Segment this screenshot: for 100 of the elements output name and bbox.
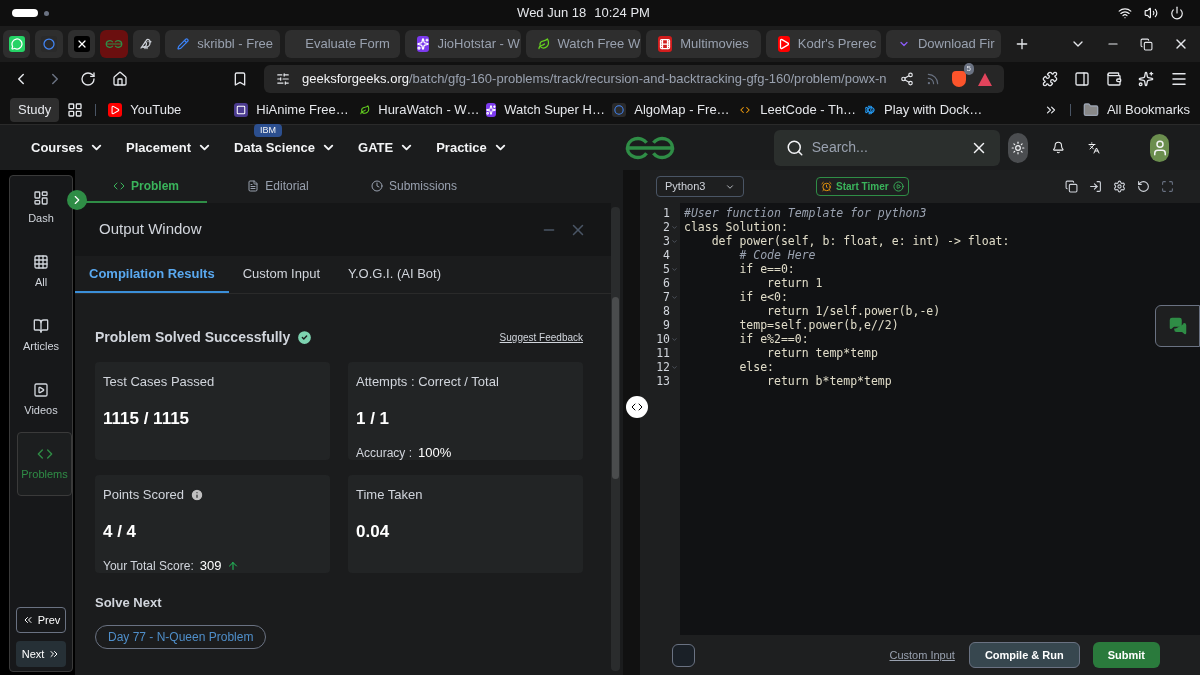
bookmark-link[interactable]: Play with Dock… bbox=[864, 100, 983, 120]
browser-tab[interactable]: Kodr's Prerec bbox=[765, 30, 881, 58]
sidebar-item[interactable]: Articles bbox=[10, 304, 72, 368]
sidebar-item[interactable]: Dash bbox=[10, 176, 72, 240]
problem-tab[interactable]: Editorial bbox=[213, 170, 343, 203]
pinned-tab[interactable] bbox=[3, 30, 31, 58]
import-icon[interactable] bbox=[1089, 180, 1102, 193]
line-number: 12 bbox=[656, 360, 670, 374]
bookmark-link[interactable]: HiAnime Free… bbox=[234, 100, 353, 120]
restore-icon[interactable] bbox=[1140, 37, 1154, 51]
wifi-icon bbox=[1118, 6, 1132, 20]
nav-menu[interactable]: Courses bbox=[31, 137, 105, 158]
pinned-tab[interactable] bbox=[132, 30, 161, 58]
browser-tab[interactable]: JioHotstar - W bbox=[405, 30, 521, 58]
panel-title: Output Window bbox=[99, 219, 202, 240]
fullscreen-icon[interactable] bbox=[1161, 180, 1174, 193]
triangle-icon[interactable] bbox=[978, 72, 992, 86]
power-icon bbox=[1170, 6, 1184, 20]
output-tab[interactable]: Custom Input bbox=[228, 256, 334, 293]
nav-menu[interactable]: Data Science bbox=[234, 137, 336, 158]
browser-tab[interactable]: Watch Free W bbox=[525, 30, 641, 58]
copy-icon[interactable] bbox=[1065, 180, 1078, 193]
apps-icon[interactable] bbox=[67, 102, 84, 118]
prev-button[interactable]: Prev bbox=[16, 607, 66, 633]
play-icon bbox=[108, 103, 123, 117]
bookmark-link[interactable]: AlgoMap - Fre… bbox=[612, 100, 731, 120]
video-icon bbox=[33, 381, 49, 398]
leaf-icon bbox=[360, 103, 371, 117]
problem-tab[interactable]: Submissions bbox=[349, 170, 479, 203]
feedback-link[interactable]: Suggest Feedback bbox=[499, 330, 583, 345]
toggle-button[interactable] bbox=[672, 643, 695, 667]
share-icon[interactable] bbox=[900, 72, 914, 86]
browser-tab[interactable]: Download Fir bbox=[885, 30, 1002, 58]
film-icon bbox=[657, 36, 673, 52]
activities-indicator[interactable] bbox=[12, 9, 38, 17]
whale-icon bbox=[864, 103, 876, 117]
settings-icon[interactable] bbox=[1113, 180, 1126, 193]
bookmark-folder[interactable]: Study bbox=[10, 98, 60, 122]
code-line: else: bbox=[738, 360, 774, 374]
bookmark-link[interactable]: HuraWatch - W… bbox=[360, 100, 479, 120]
compile-run-button[interactable]: Compile & Run bbox=[968, 642, 1080, 668]
card-value: 1115 / 1115 bbox=[103, 407, 191, 430]
ring-icon bbox=[612, 103, 627, 117]
home-icon[interactable] bbox=[112, 71, 128, 87]
address-field[interactable]: geeksforgeeks.org/batch/gfg-160-problems/track/recursion-and-backtracking-gfg-160/problem/powx-n 5 bbox=[264, 65, 1004, 93]
sparkle-icon bbox=[417, 36, 430, 52]
reload-icon[interactable] bbox=[80, 71, 96, 87]
line-number: 2 bbox=[663, 220, 670, 234]
bookmark-link[interactable]: All Bookmarks bbox=[1106, 100, 1190, 120]
timer-button[interactable]: Start Timer bbox=[816, 177, 909, 196]
submit-button[interactable]: Submit bbox=[1092, 642, 1160, 668]
reset-icon[interactable] bbox=[1137, 180, 1150, 193]
search-input[interactable]: Search... bbox=[811, 137, 962, 158]
avatar-icon[interactable] bbox=[1150, 133, 1169, 162]
browser-tab[interactable]: skribbl - Free bbox=[165, 30, 281, 58]
theme-button[interactable] bbox=[1007, 132, 1028, 163]
bookmark-icon[interactable] bbox=[232, 71, 248, 87]
sidebar-item[interactable]: Videos bbox=[10, 368, 72, 432]
grid-icon bbox=[33, 253, 49, 270]
wallet-icon[interactable] bbox=[1106, 71, 1122, 87]
bookmark-link[interactable]: Watch Super H… bbox=[486, 100, 605, 120]
chat-bubble-icon bbox=[8, 36, 25, 52]
nav-menu[interactable]: Placement bbox=[126, 137, 213, 158]
rss-icon[interactable] bbox=[926, 72, 940, 86]
play-icon bbox=[777, 36, 790, 52]
browser-tab[interactable]: Multimovies bbox=[645, 30, 761, 58]
sidebar-item[interactable]: All bbox=[10, 240, 72, 304]
note-value: 309 bbox=[199, 557, 222, 575]
browser-tab[interactable]: Evaluate Form bbox=[285, 30, 401, 58]
url-text: geeksforgeeks.org/batch/gfg-160-problems/track/recursion-and-backtracking-gfg-160/problem/powx-n bbox=[302, 70, 888, 89]
chat-button[interactable] bbox=[1155, 305, 1200, 347]
site-settings-icon[interactable] bbox=[276, 72, 290, 86]
play-icon bbox=[892, 181, 904, 192]
sparkle-icon[interactable] bbox=[1138, 71, 1154, 87]
output-tab[interactable]: Compilation Results bbox=[75, 256, 229, 293]
bookmark-link[interactable]: LeetCode - Th… bbox=[738, 100, 857, 120]
code-line: if e%2==0: bbox=[738, 332, 809, 346]
custom-input-link[interactable]: Custom Input bbox=[889, 646, 955, 664]
output-tab[interactable]: Y.O.G.I. (AI Bot) bbox=[334, 256, 455, 293]
code-line: class Solution: bbox=[684, 220, 788, 234]
code-line: if e<0: bbox=[738, 290, 788, 304]
menu-icon[interactable] bbox=[1170, 70, 1188, 88]
bookmark-link[interactable]: YouTube bbox=[108, 100, 227, 120]
nav-menu[interactable]: Practice bbox=[436, 137, 508, 158]
card-title: Test Cases Passed bbox=[103, 373, 215, 391]
shield-icon[interactable] bbox=[952, 71, 966, 87]
line-number: 6 bbox=[663, 276, 670, 290]
sidebar-icon[interactable] bbox=[1074, 71, 1090, 87]
sidebar-item[interactable]: Problems bbox=[17, 432, 72, 496]
code-line: return 1 bbox=[766, 276, 823, 290]
search-field[interactable]: Search... bbox=[773, 129, 1000, 166]
code-line: def power(self, b: float, e: int) -> float: bbox=[710, 234, 1010, 248]
code-line: return 1/self.power(b,-e) bbox=[766, 304, 941, 318]
next-button[interactable]: Next bbox=[16, 641, 66, 667]
extensions-icon[interactable] bbox=[1042, 71, 1058, 87]
code-icon bbox=[631, 401, 643, 413]
language-select[interactable]: Python3 bbox=[656, 176, 744, 197]
clock-text: 10:24 PM bbox=[594, 4, 650, 23]
nav-menu[interactable]: GATE bbox=[358, 137, 415, 158]
code-comment: # Code Here bbox=[738, 248, 816, 262]
